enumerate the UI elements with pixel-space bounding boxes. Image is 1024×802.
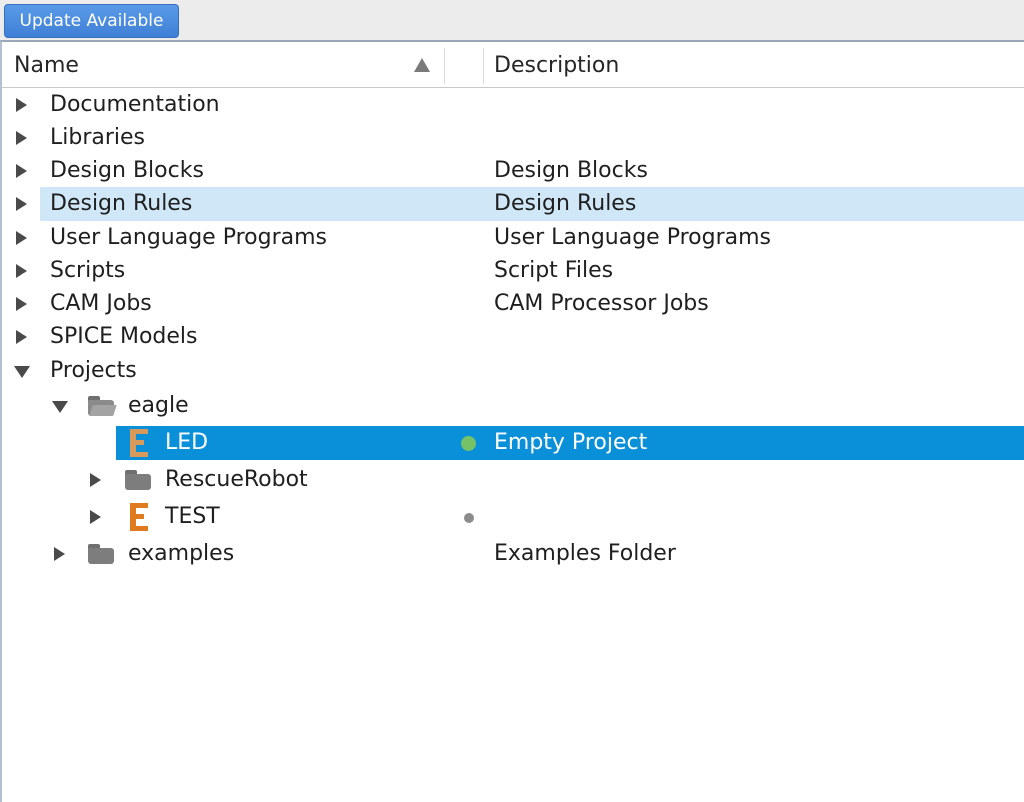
- tree-item-label: eagle: [128, 393, 189, 418]
- eagle-project-icon: [130, 429, 148, 457]
- tree-item-label: Libraries: [50, 125, 146, 150]
- eagle-project-icon: [130, 503, 148, 531]
- tree-row-spice-models[interactable]: SPICE Models: [2, 320, 1024, 354]
- tree-row-scripts[interactable]: Scripts Script Files: [2, 254, 1024, 288]
- tree-item-label: User Language Programs: [50, 225, 327, 250]
- expand-arrow-icon[interactable]: [16, 231, 27, 245]
- tree-row-eagle[interactable]: eagle: [2, 389, 1024, 423]
- column-divider[interactable]: [444, 48, 445, 84]
- tree-header: Name Description: [2, 42, 1024, 88]
- folder-icon: [88, 544, 114, 564]
- column-header-name[interactable]: Name: [14, 42, 79, 88]
- expand-arrow-icon[interactable]: [16, 164, 27, 178]
- tree-item-description: Examples Folder: [494, 541, 676, 566]
- tree-item-description: Script Files: [494, 258, 614, 283]
- tree-item-description: Empty Project: [494, 430, 648, 455]
- tree-item-description: Design Rules: [494, 191, 637, 216]
- tree-item-label: Projects: [50, 358, 137, 383]
- expand-arrow-icon[interactable]: [54, 547, 65, 561]
- tree-row-documentation[interactable]: Documentation: [2, 88, 1024, 122]
- tree-item-label: Scripts: [50, 258, 126, 283]
- tree-row-test[interactable]: TEST: [2, 500, 1024, 534]
- expand-arrow-icon[interactable]: [16, 98, 27, 112]
- tree-row-libraries[interactable]: Libraries: [2, 121, 1024, 155]
- control-panel-tree: Name Description Documentation Libraries…: [0, 40, 1024, 802]
- tree-item-label: Design Rules: [50, 191, 193, 216]
- tree-item-description: CAM Processor Jobs: [494, 291, 709, 316]
- tree-row-examples[interactable]: examples Examples Folder: [2, 537, 1024, 571]
- tree-item-label: SPICE Models: [50, 324, 198, 349]
- folder-open-icon: [88, 396, 117, 416]
- inactive-project-status-icon[interactable]: [464, 513, 474, 523]
- collapse-arrow-icon[interactable]: [14, 366, 30, 378]
- folder-icon: [125, 470, 151, 490]
- tree-row-design-rules[interactable]: Design Rules Design Rules: [2, 187, 1024, 221]
- tree-item-label: CAM Jobs: [50, 291, 152, 316]
- expand-arrow-icon[interactable]: [16, 330, 27, 344]
- top-bar: Update Available: [0, 0, 1024, 40]
- tree-row-projects[interactable]: Projects: [2, 354, 1024, 388]
- tree-row-user-language-programs[interactable]: User Language Programs User Language Pro…: [2, 221, 1024, 255]
- update-available-button[interactable]: Update Available: [4, 4, 179, 38]
- sort-ascending-icon[interactable]: [414, 58, 430, 72]
- expand-arrow-icon[interactable]: [16, 264, 27, 278]
- tree-view: Documentation Libraries Design Blocks De…: [2, 88, 1024, 788]
- tree-row-cam-jobs[interactable]: CAM Jobs CAM Processor Jobs: [2, 287, 1024, 321]
- tree-item-label: examples: [128, 541, 235, 566]
- expand-arrow-icon[interactable]: [16, 131, 27, 145]
- tree-item-label: Design Blocks: [50, 158, 204, 183]
- column-divider[interactable]: [483, 48, 484, 84]
- expand-arrow-icon[interactable]: [90, 473, 101, 487]
- tree-item-label: LED: [165, 430, 209, 455]
- column-header-description[interactable]: Description: [494, 42, 619, 88]
- tree-row-rescuerobot[interactable]: RescueRobot: [2, 463, 1024, 497]
- tree-row-design-blocks[interactable]: Design Blocks Design Blocks: [2, 154, 1024, 188]
- expand-arrow-icon[interactable]: [90, 510, 101, 524]
- tree-item-description: Design Blocks: [494, 158, 648, 183]
- expand-arrow-icon[interactable]: [16, 197, 27, 211]
- tree-row-led[interactable]: LED Empty Project: [2, 426, 1024, 460]
- active-project-status-icon: [461, 436, 476, 451]
- tree-item-label: RescueRobot: [165, 467, 308, 492]
- tree-item-label: Documentation: [50, 92, 220, 117]
- tree-item-description: User Language Programs: [494, 225, 771, 250]
- expand-arrow-icon[interactable]: [16, 297, 27, 311]
- collapse-arrow-icon[interactable]: [52, 401, 68, 413]
- tree-item-label: TEST: [165, 504, 220, 529]
